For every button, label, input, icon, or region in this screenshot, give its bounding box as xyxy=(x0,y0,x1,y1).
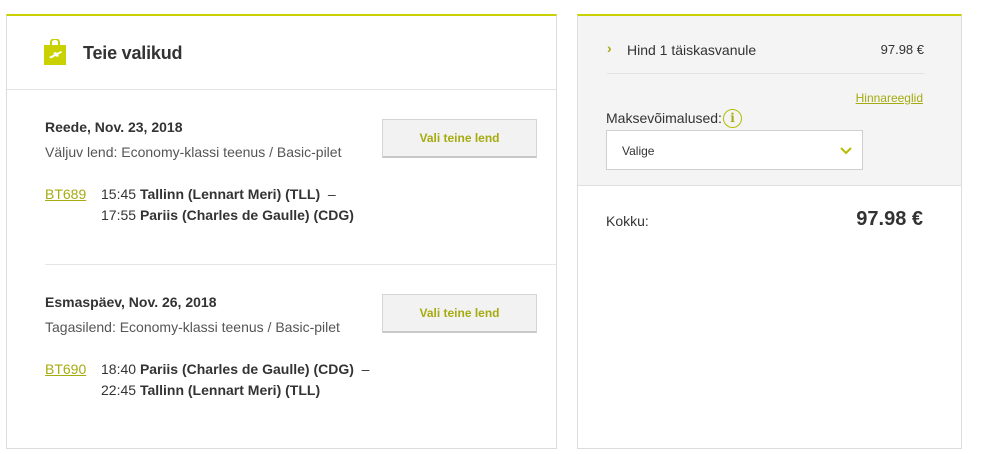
chevron-right-icon[interactable]: › xyxy=(607,40,612,56)
arrival-line: 22:45 Tallinn (Lennart Meri) (TLL) xyxy=(101,382,320,398)
route-separator: – xyxy=(327,186,336,202)
departure-time: 15:45 xyxy=(101,186,137,202)
selection-panel: Teie valikud Reede, Nov. 23, 2018 Väljuv… xyxy=(6,14,557,449)
selection-header: Teie valikud xyxy=(7,16,556,90)
price-label: Hind 1 täiskasvanule xyxy=(627,42,757,58)
price-per-adult-row[interactable]: › Hind 1 täiskasvanule 97.98 € xyxy=(607,40,924,74)
total-label: Kokku: xyxy=(606,213,649,229)
price-summary-panel: › Hind 1 täiskasvanule 97.98 € Hinnareeg… xyxy=(577,14,962,449)
info-icon[interactable]: i xyxy=(723,109,742,128)
departure-time: 18:40 xyxy=(101,361,137,377)
fare-rules-link[interactable]: Hinnareeglid xyxy=(856,91,923,105)
payment-select-value: Valige xyxy=(622,144,655,158)
payment-method-select[interactable]: Valige xyxy=(606,130,863,170)
departure-place: Tallinn (Lennart Meri) (TLL) xyxy=(139,186,321,202)
total-value: 97.98 € xyxy=(856,208,923,230)
flight-divider xyxy=(45,264,557,265)
price-details: › Hind 1 täiskasvanule 97.98 € Hinnareeg… xyxy=(578,16,961,186)
arrival-place: Pariis (Charles de Gaulle) (CDG) xyxy=(139,207,354,223)
arrival-place: Tallinn (Lennart Meri) (TLL) xyxy=(139,382,321,398)
outbound-flight: Reede, Nov. 23, 2018 Väljuv lend: Econom… xyxy=(45,119,537,239)
departure-line: 15:45 Tallinn (Lennart Meri) (TLL) – xyxy=(101,186,336,202)
payment-options-label: Maksevõimalused: xyxy=(606,110,722,126)
route-separator: – xyxy=(361,361,370,377)
shopping-bag-plane-icon xyxy=(44,39,66,65)
arrival-time: 22:45 xyxy=(101,382,137,398)
flight-code-link[interactable]: BT689 xyxy=(45,186,86,202)
selection-title: Teie valikud xyxy=(83,43,183,63)
departure-line: 18:40 Pariis (Charles de Gaulle) (CDG) – xyxy=(101,361,369,377)
flight-code-link[interactable]: BT690 xyxy=(45,361,86,377)
change-outbound-flight-button[interactable]: Vali teine lend xyxy=(382,119,537,158)
arrival-line: 17:55 Pariis (Charles de Gaulle) (CDG) xyxy=(101,207,354,223)
return-flight: Esmaspäev, Nov. 26, 2018 Tagasilend: Eco… xyxy=(45,294,537,414)
departure-place: Pariis (Charles de Gaulle) (CDG) xyxy=(139,361,354,377)
change-return-flight-button[interactable]: Vali teine lend xyxy=(382,294,537,333)
price-value: 97.98 € xyxy=(880,42,924,57)
chevron-down-icon xyxy=(840,147,852,155)
arrival-time: 17:55 xyxy=(101,207,137,223)
